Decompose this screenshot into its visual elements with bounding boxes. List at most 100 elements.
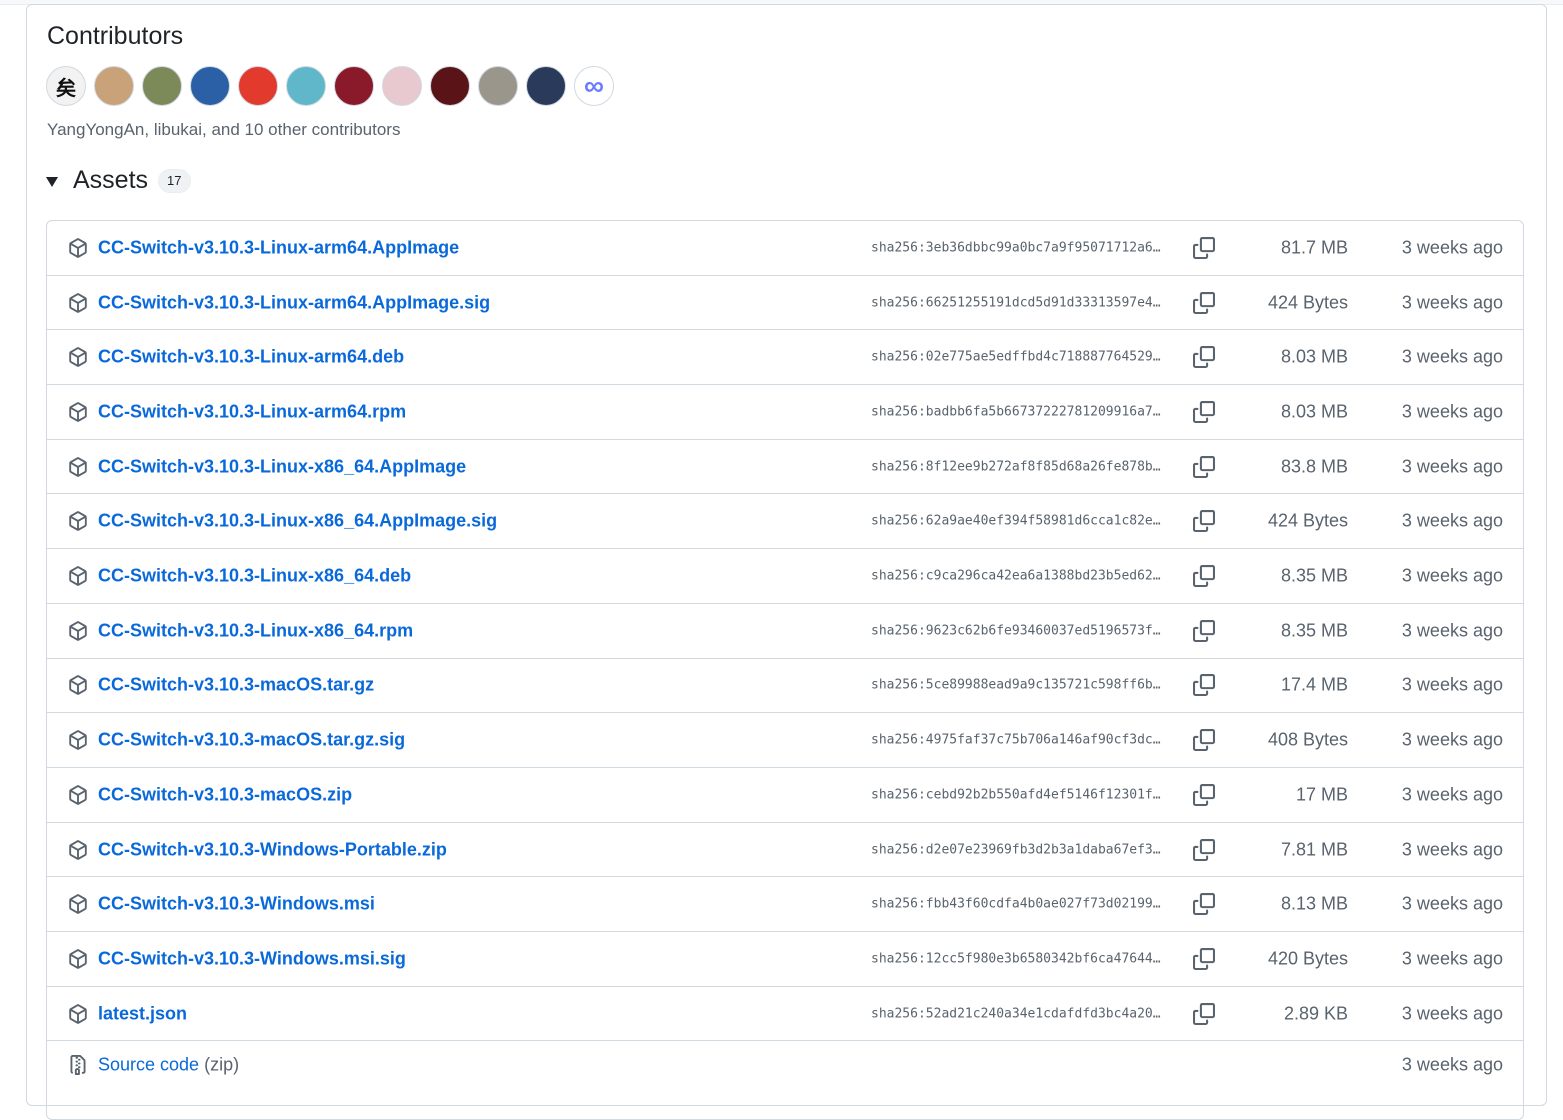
asset-date: 3 weeks ago [1401,565,1503,586]
package-icon [68,292,88,313]
asset-download-link[interactable]: CC-Switch-v3.10.3-Windows-Portable.zip [98,839,447,860]
asset-row: CC-Switch-v3.10.3-Linux-arm64.AppImage sh… [47,221,1523,276]
copy-icon[interactable] [1193,565,1215,588]
asset-size: 2.89 KB [1283,1003,1348,1024]
asset-size: 424 Bytes [1267,292,1348,313]
contributor-avatar[interactable]: 矣 [46,66,86,106]
copy-icon[interactable] [1193,400,1215,423]
asset-row: CC-Switch-v3.10.3-Windows.msi.sig sha256:… [47,932,1523,987]
copy-icon[interactable] [1193,729,1215,752]
asset-download-link[interactable]: CC-Switch-v3.10.3-macOS.tar.gz.sig [98,730,405,751]
contributors-avatar-list: 矣 ∞ [46,66,614,108]
asset-size: 17 MB [1295,784,1348,805]
asset-download-link[interactable]: CC-Switch-v3.10.3-macOS.tar.gz [98,675,374,696]
asset-sha256: sha256:8f12ee9b272af8f85d68a26fe878b… [871,459,1161,475]
copy-icon[interactable] [1193,947,1215,970]
contributor-avatar[interactable] [430,66,470,106]
contributor-avatar[interactable] [478,66,518,106]
source-code-zip-link[interactable]: Source code (zip) [98,1054,239,1075]
package-icon [68,730,88,750]
triangle-down-icon [46,177,58,187]
package-icon [68,1003,88,1024]
package-icon [68,839,88,860]
contributor-avatar[interactable] [334,66,374,106]
copy-icon[interactable] [1193,455,1215,478]
assets-list: CC-Switch-v3.10.3-Linux-arm64.AppImage sh… [46,220,1524,1120]
asset-download-link[interactable]: CC-Switch-v3.10.3-Linux-x86_64.AppImage.… [98,511,497,532]
copy-icon[interactable] [1193,893,1215,916]
asset-date: 3 weeks ago [1401,237,1503,258]
asset-sha256: sha256:5ce89988ead9a9c135721c598ff6b… [871,677,1161,693]
asset-sha256: sha256:d2e07e23969fb3d2b3a1daba67ef3… [871,842,1161,858]
asset-download-link[interactable]: CC-Switch-v3.10.3-Linux-arm64.deb [98,347,404,368]
contributor-avatar[interactable] [286,66,326,106]
copy-icon[interactable] [1193,236,1215,259]
asset-date: 3 weeks ago [1401,456,1503,477]
contributor-avatar[interactable]: ∞ [574,66,614,106]
source-code-format: (zip) [199,1054,240,1074]
asset-size: 8.03 MB [1280,401,1348,422]
asset-date: 3 weeks ago [1401,948,1503,969]
asset-date: 3 weeks ago [1401,620,1503,641]
asset-row: latest.json sha256:52ad21c240a34e1cdafdfd… [47,987,1523,1042]
copy-icon[interactable] [1193,346,1215,369]
package-icon [68,620,88,641]
asset-download-link[interactable]: latest.json [98,1003,187,1024]
copy-icon[interactable] [1193,838,1215,861]
asset-date: 3 weeks ago [1401,893,1503,914]
asset-sha256: sha256:66251255191dcd5d91d33313597e4… [871,295,1161,311]
copy-icon[interactable] [1193,291,1215,314]
package-icon [68,785,88,805]
package-icon [68,566,88,586]
copy-icon[interactable] [1193,1002,1215,1025]
asset-download-link[interactable]: CC-Switch-v3.10.3-Linux-arm64.AppImage.s… [98,292,490,313]
package-icon [68,402,88,422]
package-icon [68,894,88,915]
asset-row: CC-Switch-v3.10.3-Linux-arm64.AppImage.s… [47,276,1523,331]
copy-icon[interactable] [1193,619,1215,642]
asset-row: CC-Switch-v3.10.3-macOS.tar.gz.sig sha256… [47,713,1523,768]
asset-date: 3 weeks ago [1401,401,1503,422]
asset-download-link[interactable]: CC-Switch-v3.10.3-Linux-x86_64.AppImage [98,456,466,477]
asset-sha256: sha256:3eb36dbbc99a0bc7a9f95071712a6… [871,240,1161,256]
asset-row: CC-Switch-v3.10.3-Linux-x86_64.rpm sha256… [47,604,1523,659]
asset-row: CC-Switch-v3.10.3-Linux-arm64.deb sha256:… [47,330,1523,386]
asset-download-link[interactable]: CC-Switch-v3.10.3-Linux-x86_64.rpm [98,620,413,641]
asset-size: 8.13 MB [1280,893,1348,914]
assets-toggle[interactable]: Assets 17 [46,166,191,195]
contributor-avatar[interactable] [382,66,422,106]
asset-download-link[interactable]: CC-Switch-v3.10.3-Windows.msi [98,894,375,915]
asset-size: 408 Bytes [1267,729,1348,750]
asset-download-link[interactable]: CC-Switch-v3.10.3-Windows.msi.sig [98,948,406,969]
contributor-avatar[interactable] [190,66,230,106]
copy-icon[interactable] [1193,674,1215,697]
package-icon [68,675,88,696]
asset-size: 8.35 MB [1280,565,1348,586]
contributors-summary: YangYongAn, libukai, and 10 other contri… [47,120,401,139]
asset-download-link[interactable]: CC-Switch-v3.10.3-Linux-x86_64.deb [98,566,411,587]
asset-download-link[interactable]: CC-Switch-v3.10.3-macOS.zip [98,784,352,805]
asset-date: 3 weeks ago [1401,674,1503,695]
contributor-avatar[interactable] [526,66,566,106]
contributor-avatar[interactable] [142,66,182,106]
asset-sha256: sha256:52ad21c240a34e1cdafdfd3bc4a20… [871,1006,1161,1022]
asset-size: 8.03 MB [1280,346,1348,367]
asset-date: 3 weeks ago [1401,292,1503,313]
asset-sha256: sha256:badbb6fa5b66737222781209916a7… [871,404,1161,420]
package-icon [68,511,88,532]
asset-sha256: sha256:cebd92b2b550afd4ef5146f12301f… [871,787,1161,803]
contributor-avatar[interactable] [94,66,134,106]
asset-sha256: sha256:c9ca296ca42ea6a1388bd23b5ed62… [871,568,1161,584]
assets-count-badge: 17 [158,168,191,193]
asset-download-link[interactable]: CC-Switch-v3.10.3-Linux-arm64.rpm [98,401,406,422]
contributors-heading: Contributors [47,22,184,50]
asset-date: 3 weeks ago [1401,839,1503,860]
copy-icon[interactable] [1193,783,1215,806]
source-code-label: Source code [98,1054,200,1074]
contributor-avatar[interactable] [238,66,278,106]
package-icon [68,238,88,258]
assets-heading: Assets [73,166,149,194]
asset-date: 3 weeks ago [1401,784,1503,805]
asset-download-link[interactable]: CC-Switch-v3.10.3-Linux-arm64.AppImage [98,237,459,258]
copy-icon[interactable] [1193,510,1215,533]
